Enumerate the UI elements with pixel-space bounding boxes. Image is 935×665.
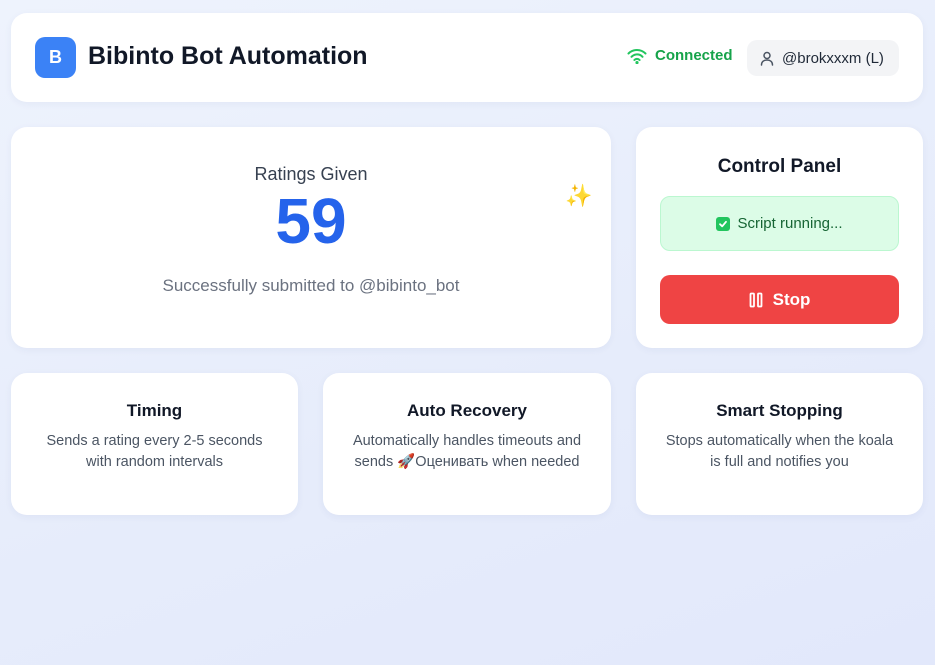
connection-status: Connected	[627, 47, 733, 64]
ratings-label: Ratings Given	[254, 164, 368, 184]
connection-label: Connected	[655, 47, 733, 64]
control-panel: Control Panel Script running... Stop	[636, 127, 923, 348]
script-status-label: Script running...	[737, 215, 843, 232]
feature-description: Automatically handles timeouts and sends…	[352, 433, 582, 470]
app-title: Bibinto Bot Automation	[88, 42, 368, 70]
feature-description: Stops automatically when the koala is fu…	[665, 433, 894, 470]
app-logo: B	[35, 37, 76, 78]
feature-title: Smart Stopping	[716, 401, 843, 420]
feature-title: Auto Recovery	[407, 401, 527, 420]
script-status-box: Script running...	[660, 196, 899, 251]
feature-description: Sends a rating every 2-5 seconds with ra…	[46, 433, 263, 470]
stop-button-label: Stop	[772, 289, 811, 309]
control-panel-title: Control Panel	[717, 156, 842, 177]
header-bar: B Bibinto Bot Automation Connected @brok…	[11, 13, 923, 102]
ratings-subtitle: Successfully submitted to @bibinto_bot	[162, 276, 460, 295]
ratings-card: Ratings Given 59 Successfully submitted …	[11, 127, 611, 348]
pause-icon	[749, 292, 763, 307]
user-handle: @brokxxxm (L)	[782, 49, 884, 67]
user-icon	[760, 51, 774, 66]
check-square-icon	[716, 216, 731, 231]
feature-card-auto-recovery: Auto Recovery Automatically handles time…	[323, 373, 611, 515]
feature-title: Timing	[126, 401, 183, 420]
feature-card-timing: Timing Sends a rating every 2-5 seconds …	[11, 373, 298, 515]
sparkles-icon: ✨	[565, 184, 593, 209]
feature-card-smart-stopping: Smart Stopping Stops automatically when …	[636, 373, 923, 515]
stop-button[interactable]: Stop	[660, 275, 899, 324]
user-badge[interactable]: @brokxxxm (L)	[747, 40, 899, 76]
wifi-icon	[627, 48, 647, 64]
ratings-count: 59	[275, 185, 347, 257]
